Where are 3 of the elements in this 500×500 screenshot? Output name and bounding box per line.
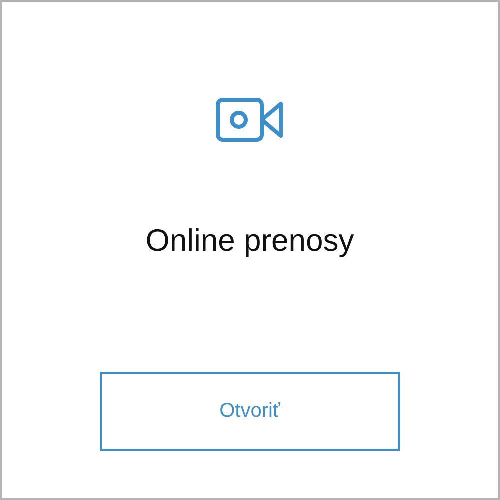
title: Online prenosy	[146, 222, 354, 260]
open-button[interactable]: Otvoriť	[100, 372, 400, 451]
video-camera-icon	[216, 98, 284, 142]
